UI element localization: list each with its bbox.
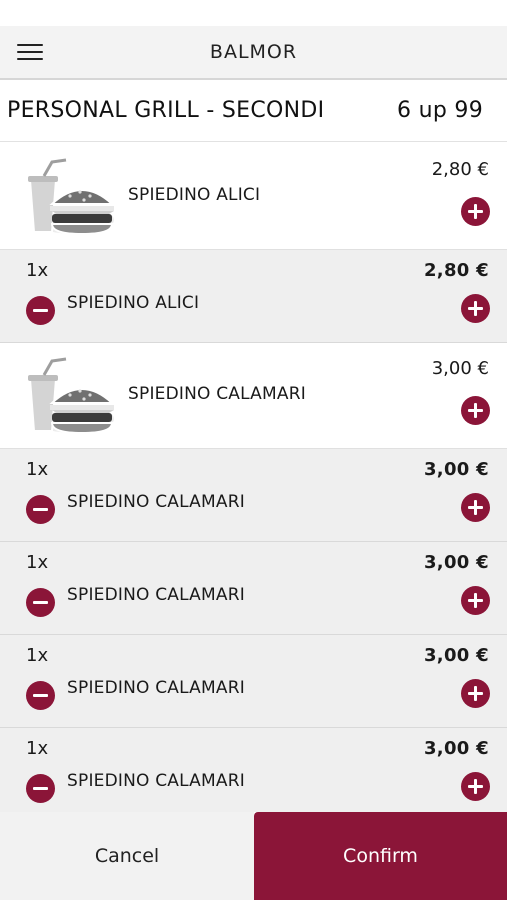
order-row: 1x 2,80 € SPIEDINO ALICI [0,250,507,343]
confirm-button[interactable]: Confirm [254,812,507,900]
order-row: 1x 3,00 € SPIEDINO CALAMARI [0,635,507,728]
order-price: 3,00 € [423,552,489,573]
order-item-name: SPIEDINO CALAMARI [67,678,245,698]
order-price: 2,80 € [423,260,489,281]
product-row[interactable]: SPIEDINO CALAMARI 3,00 € [0,343,507,449]
remove-item-button[interactable] [26,495,55,524]
order-row: 1x 3,00 € SPIEDINO CALAMARI [0,728,507,812]
table-label: 6 up 99 [397,98,483,123]
app-header: BALMOR [0,26,507,80]
order-item-name: SPIEDINO CALAMARI [67,771,245,791]
app-title: BALMOR [209,41,298,63]
status-bar-area [0,0,507,26]
remove-item-button[interactable] [26,681,55,710]
add-item-button[interactable] [461,772,490,801]
add-item-button[interactable] [461,493,490,522]
burger-and-drink-icon [28,357,115,435]
order-quantity: 1x [26,738,49,759]
product-price: 2,80 € [431,159,489,180]
product-list[interactable]: SPIEDINO ALICI 2,80 € 1x 2,80 € SPIEDINO… [0,144,507,812]
remove-item-button[interactable] [26,774,55,803]
order-item-name: SPIEDINO CALAMARI [67,492,245,512]
add-item-button[interactable] [461,294,490,323]
order-quantity: 1x [26,645,49,666]
product-name: SPIEDINO ALICI [128,185,261,205]
order-row: 1x 3,00 € SPIEDINO CALAMARI [0,542,507,635]
order-price: 3,00 € [423,645,489,666]
order-quantity: 1x [26,260,49,281]
add-item-button[interactable] [461,396,490,425]
add-item-button[interactable] [461,586,490,615]
hamburger-menu-icon[interactable] [17,44,43,62]
add-item-button[interactable] [461,197,490,226]
product-price: 3,00 € [431,358,489,379]
order-quantity: 1x [26,552,49,573]
order-quantity: 1x [26,459,49,480]
product-row[interactable]: SPIEDINO ALICI 2,80 € [0,144,507,250]
order-row: 1x 3,00 € SPIEDINO CALAMARI [0,449,507,542]
burger-and-drink-icon [28,158,115,236]
category-title: PERSONAL GRILL - SECONDI [7,98,325,123]
order-price: 3,00 € [423,738,489,759]
action-bar: Cancel Confirm [0,812,507,900]
add-item-button[interactable] [461,679,490,708]
order-price: 3,00 € [423,459,489,480]
cancel-button[interactable]: Cancel [0,812,254,900]
remove-item-button[interactable] [26,296,55,325]
order-item-name: SPIEDINO CALAMARI [67,585,245,605]
section-header: PERSONAL GRILL - SECONDI 6 up 99 [0,80,507,142]
remove-item-button[interactable] [26,588,55,617]
order-item-name: SPIEDINO ALICI [67,293,200,313]
product-name: SPIEDINO CALAMARI [128,384,306,404]
